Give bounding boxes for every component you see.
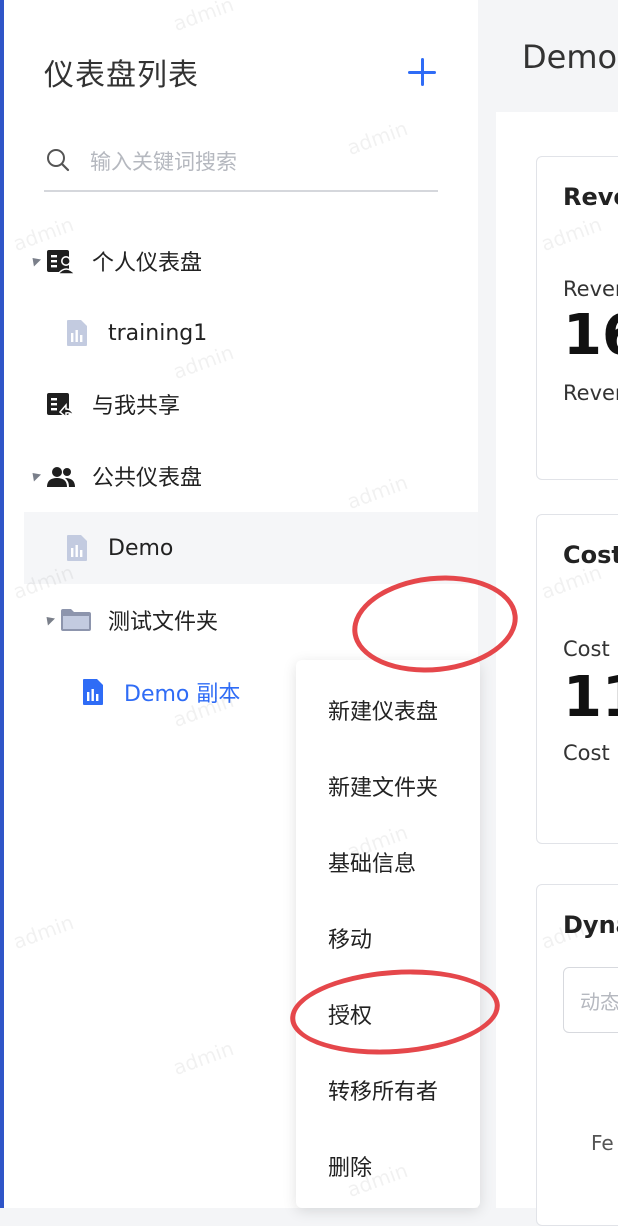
card-subtitle: Rever [563, 277, 618, 301]
expand-caret-icon[interactable] [28, 254, 42, 267]
tree-item-label: Demo [108, 535, 174, 561]
shared-dashboard-icon [47, 393, 76, 418]
dashboard-file-icon [67, 535, 87, 561]
search-icon [47, 149, 70, 172]
tree-item-label: 个人仪表盘 [92, 251, 203, 276]
add-button[interactable] [404, 54, 440, 90]
dynamic-filter-input[interactable]: 动态 [563, 967, 618, 1033]
group-users-icon [47, 467, 75, 487]
menu-item-basic-info[interactable]: 基础信息 [328, 846, 416, 878]
folder-icon [61, 609, 91, 631]
search-box [44, 138, 438, 192]
tree-item-public-dashboards[interactable]: 公共仪表盘 [24, 440, 478, 512]
menu-item-delete[interactable]: 删除 [328, 1150, 372, 1182]
menu-item-new-dashboard[interactable]: 新建仪表盘 [328, 694, 438, 726]
dashboard-file-icon [83, 679, 103, 705]
card-value: 16 [563, 303, 618, 368]
sidebar-title: 仪表盘列表 [44, 58, 199, 93]
card-title: Dyna [563, 911, 618, 939]
kpi-card-cost: Cost Cost 11 Cost [536, 514, 618, 844]
tree-item-label: 与我共享 [92, 394, 181, 419]
tree-item-training1[interactable]: training1 [24, 297, 478, 369]
context-menu: 新建仪表盘 新建文件夹 基础信息 移动 授权 转移所有者 删除 [296, 660, 480, 1208]
tree-item-label: training1 [108, 320, 208, 346]
card-caption: Rever [563, 381, 618, 405]
card-title: Reve [563, 183, 618, 211]
expand-caret-icon[interactable] [28, 469, 42, 482]
card-title: Cost [563, 541, 618, 569]
tree-item-label: 公共仪表盘 [92, 466, 203, 491]
kpi-card-revenue: Reve Rever 16 Rever [536, 156, 618, 480]
personal-dashboard-icon [47, 250, 76, 275]
menu-item-new-folder[interactable]: 新建文件夹 [328, 770, 438, 802]
card-caption: Cost [563, 741, 610, 765]
tree-item-shared-with-me[interactable]: 与我共享 [24, 368, 478, 440]
menu-item-move[interactable]: 移动 [328, 922, 372, 954]
axis-label: Fe [591, 1131, 614, 1155]
search-input[interactable] [88, 144, 432, 180]
dashboard-file-icon [67, 320, 87, 346]
dynamic-card: Dyna 动态 Fe [536, 884, 618, 1226]
expand-caret-icon[interactable] [42, 613, 56, 626]
tree-item-label: 测试文件夹 [108, 610, 219, 635]
filter-placeholder: 动态 [580, 990, 618, 1014]
page-title: Demo [522, 38, 618, 76]
menu-item-transfer-owner[interactable]: 转移所有者 [328, 1074, 438, 1106]
tree-item-personal-dashboards[interactable]: 个人仪表盘 [24, 225, 478, 297]
card-subtitle: Cost [563, 637, 610, 661]
tree-item-demo[interactable]: Demo [24, 512, 478, 584]
card-value: 11 [563, 665, 618, 730]
tree-item-label: Demo 副本 [124, 682, 241, 707]
main-header: Demo [478, 0, 618, 112]
